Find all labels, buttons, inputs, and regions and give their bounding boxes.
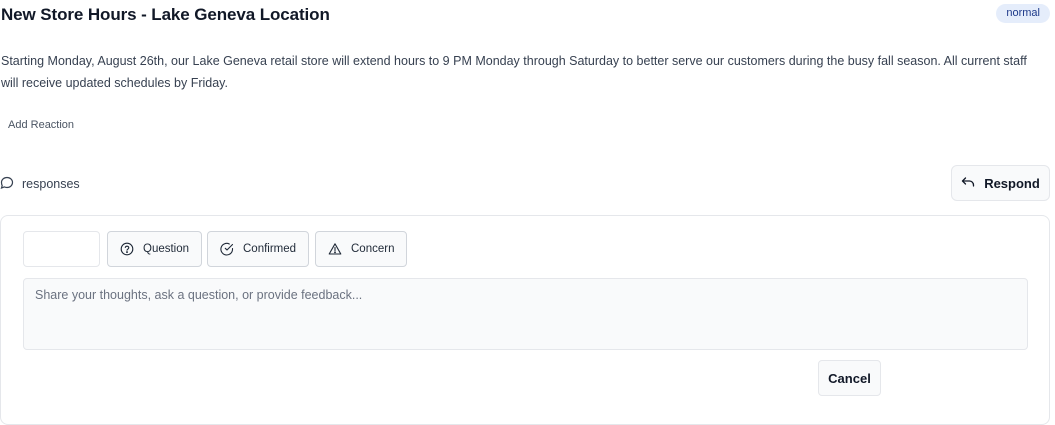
concern-chip-label: Concern bbox=[351, 243, 395, 255]
responses-label: responses bbox=[22, 177, 80, 191]
response-textarea[interactable]: Share your thoughts, ask a question, or … bbox=[23, 278, 1028, 350]
respond-button-label: Respond bbox=[984, 175, 1040, 191]
comment-icon bbox=[0, 176, 14, 193]
responses-count: responses bbox=[0, 174, 80, 194]
response-type-selector[interactable] bbox=[23, 231, 100, 267]
respond-button[interactable]: Respond bbox=[951, 165, 1050, 201]
confirmed-chip-label: Confirmed bbox=[243, 243, 297, 255]
confirmed-chip[interactable]: Confirmed bbox=[207, 231, 310, 267]
check-circle-icon bbox=[220, 242, 234, 256]
post-header: New Store Hours - Lake Geneva Location n… bbox=[0, 0, 1055, 32]
warning-triangle-icon bbox=[328, 242, 342, 256]
add-reaction-button[interactable]: Add Reaction bbox=[0, 115, 82, 135]
question-chip-label: Question bbox=[143, 243, 190, 255]
post-title: New Store Hours - Lake Geneva Location bbox=[1, 5, 330, 24]
priority-badge: normal bbox=[996, 4, 1050, 23]
post-body: Starting Monday, August 26th, our Lake G… bbox=[1, 54, 1027, 90]
reply-form: Question Confirmed Concern Share your th… bbox=[0, 215, 1050, 425]
question-circle-icon bbox=[120, 242, 134, 256]
concern-chip[interactable]: Concern bbox=[315, 231, 408, 267]
question-chip[interactable]: Question bbox=[107, 231, 203, 267]
reply-arrow-icon bbox=[961, 176, 975, 191]
cancel-button[interactable]: Cancel bbox=[818, 360, 881, 396]
